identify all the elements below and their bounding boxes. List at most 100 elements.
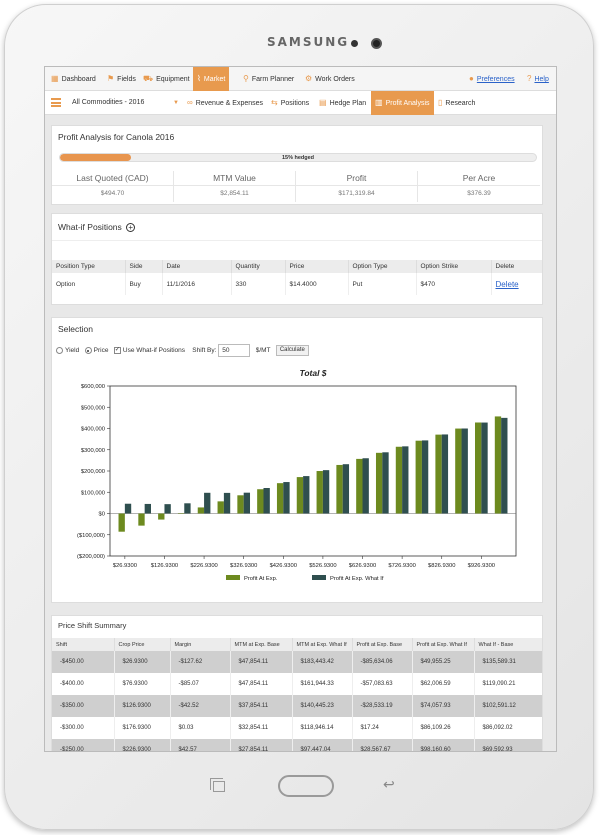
bar-profit-at-exp bbox=[475, 422, 482, 514]
preferences-label: Preferences bbox=[476, 76, 515, 83]
tab-profit-analysis[interactable]: ▥ Profit Analysis bbox=[371, 91, 434, 115]
y-tick-label: ($200,000) bbox=[77, 554, 105, 560]
col-header: Price bbox=[285, 260, 349, 273]
summary-cell: -$57,083.63 bbox=[352, 673, 413, 695]
home-button[interactable] bbox=[278, 775, 334, 797]
summary-cell: $97,447.04 bbox=[292, 739, 353, 751]
metric-value: $376.39 bbox=[467, 190, 491, 197]
selection-title: Selection bbox=[58, 324, 93, 334]
col-header: Crop Price bbox=[114, 638, 171, 651]
whatif-table: Position Type Side Date Quantity Price O… bbox=[52, 260, 542, 295]
metric-label: Last Quoted (CAD) bbox=[52, 171, 173, 186]
hamburger-menu-icon[interactable] bbox=[51, 98, 61, 107]
shift-by-input[interactable]: 50 bbox=[218, 344, 251, 357]
summary-cell: $27,854.11 bbox=[230, 739, 293, 751]
nav-market[interactable]: ⌇ Market bbox=[193, 67, 230, 91]
nav-dashboard-label: Dashboard bbox=[61, 76, 96, 83]
table-row: Option Buy 11/1/2016 330 $14.4000 Put $4… bbox=[52, 273, 542, 295]
cell-date: 11/1/2016 bbox=[162, 273, 232, 295]
positions-icon: ⇆ bbox=[271, 98, 278, 107]
tab-profit-analysis-label: Profit Analysis bbox=[385, 100, 430, 107]
col-header: Side bbox=[125, 260, 163, 273]
user-icon: ● bbox=[469, 74, 474, 83]
bar-profit-at-exp-whatif bbox=[421, 440, 429, 514]
col-header: MTM at Exp. Base bbox=[230, 638, 293, 651]
tab-positions[interactable]: ⇆ Positions bbox=[271, 91, 309, 115]
summary-cell: -$350.00 bbox=[52, 695, 115, 717]
x-tick-label: $526.9300 bbox=[309, 563, 336, 569]
nav-work-orders-label: Work Orders bbox=[315, 76, 355, 83]
nav-farm-planner[interactable]: ⚲ Farm Planner bbox=[243, 67, 294, 91]
metric-per-acre: Per Acre $376.39 bbox=[418, 171, 540, 202]
tractor-icon: ⛟ bbox=[143, 74, 154, 83]
bookmark-icon: ⚲ bbox=[243, 74, 249, 83]
nav-dashboard[interactable]: ▦ Dashboard bbox=[51, 67, 96, 91]
nav-farm-planner-label: Farm Planner bbox=[251, 76, 295, 83]
summary-cell: -$85,634.06 bbox=[352, 651, 413, 673]
use-whatif-checkbox[interactable]: ✓ bbox=[113, 347, 121, 354]
summary-cell: $42.57 bbox=[170, 739, 231, 751]
bar-profit-at-exp-whatif bbox=[322, 470, 330, 514]
col-header: Profit at Exp. Base bbox=[352, 638, 413, 651]
cell-delete: Delete bbox=[491, 273, 542, 295]
summary-cell: $0.03 bbox=[170, 717, 231, 739]
chart-title: Total $ bbox=[299, 368, 326, 378]
bar-profit-at-exp-whatif bbox=[223, 492, 231, 514]
summary-cell: -$300.00 bbox=[52, 717, 115, 739]
cell-option-strike: $470 bbox=[416, 273, 492, 295]
commodity-select[interactable]: All Commodities - 2016 ▼ bbox=[69, 94, 181, 112]
plot-area bbox=[109, 385, 517, 557]
summary-cell: -$127.62 bbox=[170, 651, 231, 673]
bar-profit-at-exp-whatif bbox=[481, 422, 488, 514]
metric-label: Profit bbox=[296, 171, 417, 186]
table-row: -$350.00 $126.9300 -$42.52 $37,854.11 $140,4… bbox=[52, 695, 542, 717]
sensor-icon bbox=[351, 40, 358, 47]
selection-controls: Yield Price ✓ Use What-if Positions Shift… bbox=[56, 344, 309, 357]
bar-profit-at-exp-whatif bbox=[342, 464, 350, 514]
bar-profit-at-exp-whatif bbox=[501, 417, 508, 514]
chevron-down-icon: ▼ bbox=[173, 100, 179, 106]
x-tick-label: $726.9300 bbox=[388, 563, 415, 569]
col-header: Date bbox=[162, 260, 232, 273]
summary-cell: $26.9300 bbox=[114, 651, 171, 673]
summary-cell: $76.9300 bbox=[114, 673, 171, 695]
help-label: Help bbox=[534, 76, 549, 83]
nav-fields[interactable]: ⚑ Fields bbox=[107, 67, 136, 91]
back-icon[interactable]: ↩ bbox=[383, 776, 395, 793]
nav-work-orders[interactable]: ⚙ Work Orders bbox=[305, 67, 355, 91]
summary-cell: -$450.00 bbox=[52, 651, 115, 673]
metric-profit: Profit $171,319.84 bbox=[296, 171, 418, 202]
yield-radio[interactable] bbox=[56, 347, 63, 354]
summary-cell: $118,946.14 bbox=[292, 717, 353, 739]
add-position-icon[interactable]: + bbox=[126, 223, 136, 233]
price-radio[interactable] bbox=[84, 347, 92, 354]
col-header: Profit at Exp. What If bbox=[412, 638, 475, 651]
col-header: Quantity bbox=[231, 260, 286, 273]
summary-cell: $86,092.02 bbox=[482, 725, 513, 731]
recent-apps-icon[interactable] bbox=[210, 778, 225, 792]
book-icon: ▯ bbox=[438, 98, 443, 107]
delete-link[interactable]: Delete bbox=[496, 280, 519, 289]
use-whatif-label: Use What-if Positions bbox=[122, 347, 186, 355]
tab-research[interactable]: ▯ Research bbox=[438, 91, 475, 115]
tab-hedge-plan[interactable]: ▤ Hedge Plan bbox=[319, 91, 366, 115]
bar-profit-at-exp-whatif bbox=[362, 458, 369, 514]
cell-option-type: Put bbox=[348, 273, 417, 295]
commodity-value: All Commodities - 2016 bbox=[72, 99, 145, 106]
help-link[interactable]: ? Help bbox=[527, 67, 549, 91]
tab-revenue-expenses[interactable]: ∞ Revenue & Expenses bbox=[187, 91, 263, 115]
bar-profit-at-exp bbox=[375, 452, 383, 514]
x-tick-label: $426.9300 bbox=[270, 563, 297, 569]
bar-profit-at-exp bbox=[197, 507, 205, 514]
preferences-link[interactable]: ● Preferences bbox=[469, 67, 515, 91]
nav-equipment[interactable]: ⛟ Equipment bbox=[143, 67, 190, 91]
cell-price: $14.4000 bbox=[285, 273, 349, 295]
shift-unit-label: $/MT bbox=[255, 347, 271, 355]
app-screen: ▦ Dashboard ⚑ Fields ⛟ Equipment ⌇ Market ⚲ F… bbox=[44, 66, 557, 752]
profit-analysis-title: Profit Analysis for Canola 2016 bbox=[58, 132, 175, 142]
table-header-row: Position Type Side Date Quantity Price O… bbox=[52, 260, 542, 273]
whatif-positions-panel: What-if Positions + Position Type Side D… bbox=[51, 213, 543, 305]
bar-profit-at-exp bbox=[276, 483, 284, 514]
bar-profit-at-exp bbox=[356, 458, 363, 514]
calculate-button[interactable]: Calculate bbox=[275, 345, 309, 356]
